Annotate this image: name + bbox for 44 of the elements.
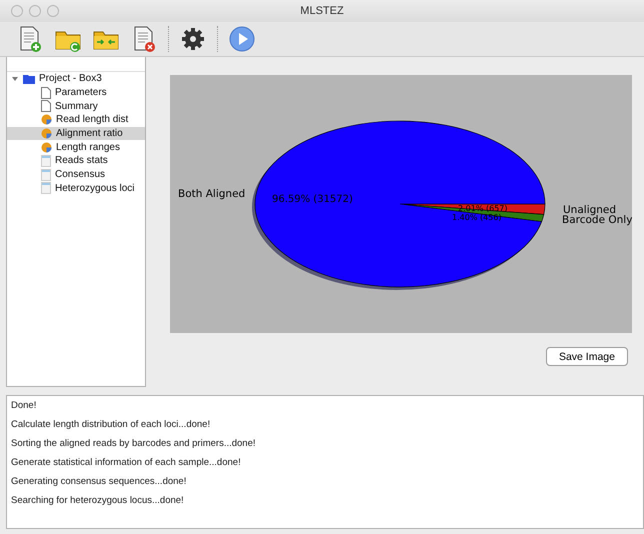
toolbar-button[interactable] [228, 25, 256, 53]
tree-item[interactable]: Parameters [7, 86, 145, 100]
slice-label: Both Aligned [178, 188, 246, 200]
toolbar-button[interactable] [179, 25, 207, 53]
tree-item[interactable]: Alignment ratio [7, 126, 145, 140]
value-label: 96.59% (31572) [272, 194, 353, 205]
value-label: 1.40% (456) [452, 213, 502, 222]
settings-icon [181, 27, 205, 51]
tree-item[interactable]: Consensus [7, 168, 145, 182]
tree-item-label: Reads stats [55, 155, 108, 166]
log-line: Generating consensus sequences...done! [11, 476, 188, 488]
pie-chart-icon [41, 142, 52, 153]
log-line: Calculate length distribution of each loci...done! [11, 419, 212, 431]
tree-item-label: Consensus [55, 169, 106, 180]
tree-item[interactable]: Project - Box3 [39, 73, 102, 84]
pie-chart-icon [41, 128, 52, 140]
slice-label: Unaligned [563, 204, 616, 216]
log-line: Generate statistical information of each sample...done! [11, 457, 242, 469]
tree-item[interactable]: Summary [7, 99, 145, 114]
log-line: Sorting the aligned reads by barcodes and primers...done! [11, 438, 257, 450]
tree-item-label: Alignment ratio [56, 128, 123, 140]
window-title: MLSTEZ [300, 5, 344, 17]
log-line: Searching for heterozygous locus...done! [11, 495, 185, 507]
tree-item[interactable]: Read length dist [7, 113, 145, 127]
tree-item[interactable]: Length ranges [7, 140, 145, 154]
save-image-button[interactable]: Save Image [546, 347, 628, 366]
slice-label: Barcode Only [562, 214, 632, 226]
sheet-icon [41, 168, 51, 181]
sheet-icon [41, 154, 51, 167]
log-line: Done! [11, 400, 38, 412]
tree-item-label: Summary [55, 100, 98, 112]
tree-item[interactable]: Reads stats [7, 154, 145, 168]
tree-item-label: Parameters [55, 87, 107, 98]
sheet-icon [41, 182, 51, 194]
tree-item[interactable]: Heterozygous loci [7, 182, 145, 196]
tree-item-label: Read length dist [56, 114, 128, 126]
page-icon [41, 100, 51, 112]
pie-chart-icon [41, 114, 52, 126]
page-icon [41, 86, 51, 99]
tree-item-label: Length ranges [56, 142, 120, 153]
value-label: 2.01% (657) [458, 204, 508, 213]
play-icon [229, 26, 255, 52]
folder-icon [23, 74, 35, 84]
tree-item-label: Heterozygous loci [55, 182, 134, 194]
